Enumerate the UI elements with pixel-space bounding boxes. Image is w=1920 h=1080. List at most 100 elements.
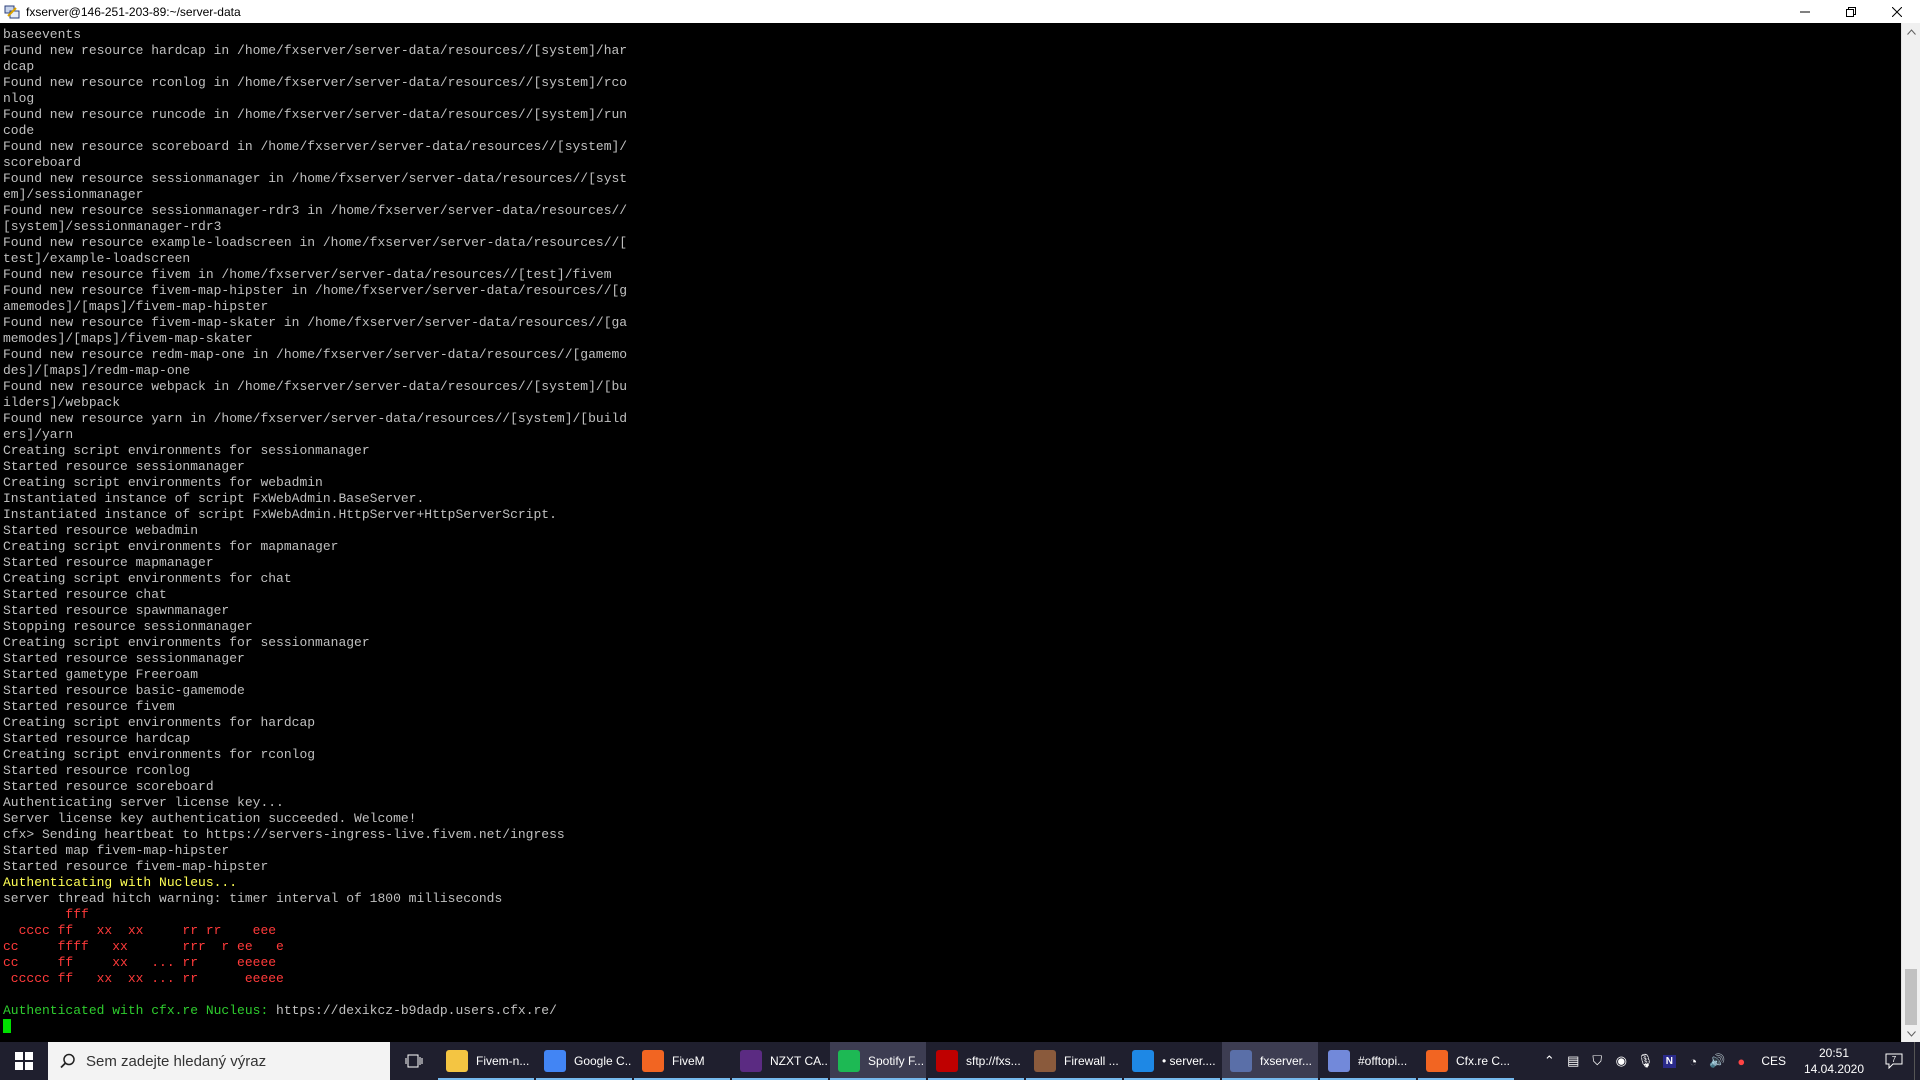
nvidia-icon[interactable]: N bbox=[1657, 1042, 1681, 1080]
filezilla-icon bbox=[936, 1050, 958, 1072]
terminal-line: Started resource spawnmanager bbox=[3, 603, 230, 618]
terminal-line: Found new resource scoreboard in /home/f… bbox=[3, 139, 628, 154]
fivem-icon bbox=[642, 1050, 664, 1072]
terminal-line: Authenticating with Nucleus... bbox=[3, 875, 238, 890]
close-button[interactable] bbox=[1874, 0, 1920, 23]
taskbar-apps: Fivem-n... Google C... FiveM NZXT CA... Spot… bbox=[438, 1042, 1516, 1080]
windows-logo-icon bbox=[15, 1052, 33, 1070]
taskbar-app-button[interactable]: Google C... bbox=[536, 1042, 632, 1080]
start-button[interactable] bbox=[0, 1042, 48, 1080]
minimize-icon bbox=[1800, 11, 1810, 12]
shield-icon[interactable]: ⛉ bbox=[1585, 1042, 1609, 1080]
taskbar-app-button[interactable]: sftp://fxs... bbox=[928, 1042, 1024, 1080]
chevron-down-icon bbox=[1906, 1030, 1916, 1037]
terminal-line: Started resource webadmin bbox=[3, 523, 199, 538]
keyboard-icon[interactable]: ▤ bbox=[1561, 1042, 1585, 1080]
terminal-line: Found new resource redm-map-one in /home… bbox=[3, 347, 628, 362]
task-view-button[interactable] bbox=[390, 1042, 438, 1080]
terminal-line: Found new resource webpack in /home/fxse… bbox=[3, 379, 628, 394]
close-icon bbox=[1892, 6, 1902, 17]
terminal-line: ccccc ff xx xx ... rr eeeee bbox=[3, 971, 284, 986]
chevron-up-icon[interactable]: ⌃ bbox=[1537, 1042, 1561, 1080]
terminal-line: Started gametype Freeroam bbox=[3, 667, 199, 682]
terminal-line: [system]/sessionmanager-rdr3 bbox=[3, 219, 222, 234]
terminal-line: Started resource fivem-map-hipster bbox=[3, 859, 269, 874]
window-title-bar[interactable]: fxserver@146-251-203-89:~/server-data bbox=[0, 0, 1920, 24]
terminal-line: cc ff xx ... rr eeeee bbox=[3, 955, 277, 970]
terminal-line: Found new resource hardcap in /home/fxse… bbox=[3, 43, 628, 58]
terminal-line: Started resource rconlog bbox=[3, 763, 191, 778]
terminal-line: scoreboard bbox=[3, 155, 82, 170]
terminal-output[interactable]: baseevents Found new resource hardcap in … bbox=[0, 23, 1902, 1042]
taskbar-app-button[interactable]: • server.... bbox=[1124, 1042, 1220, 1080]
terminal-line: Found new resource rconlog in /home/fxse… bbox=[3, 75, 628, 90]
minimize-button[interactable] bbox=[1782, 0, 1828, 23]
microphone-icon[interactable]: 🎙 bbox=[1633, 1042, 1657, 1080]
terminal-line: Started resource sessionmanager bbox=[3, 651, 245, 666]
network-icon[interactable]: ◔ bbox=[1681, 1042, 1705, 1080]
taskbar-app-label: Cfx.re C... bbox=[1456, 1054, 1511, 1068]
terminal-line: Server license key authentication succee… bbox=[3, 811, 417, 826]
taskbar-app-label: Google C... bbox=[574, 1054, 632, 1068]
terminal-line: baseevents bbox=[3, 27, 82, 42]
putty-icon bbox=[1230, 1050, 1252, 1072]
cfx-icon bbox=[1426, 1050, 1448, 1072]
language-indicator[interactable]: CES bbox=[1753, 1054, 1794, 1068]
taskbar-app-label: Spotify F... bbox=[868, 1054, 925, 1068]
terminal-scrollbar[interactable] bbox=[1901, 23, 1920, 1042]
taskbar: Sem zadejte hledaný výraz Fivem-n... Goog… bbox=[0, 1042, 1920, 1080]
putty-icon bbox=[4, 4, 20, 20]
taskbar-app-button[interactable]: Fivem-n... bbox=[438, 1042, 534, 1080]
taskbar-app-button[interactable]: #offtopi... bbox=[1320, 1042, 1416, 1080]
taskbar-app-button[interactable]: Firewall ... bbox=[1026, 1042, 1122, 1080]
notification-center-button[interactable]: 7 bbox=[1874, 1042, 1914, 1080]
terminal-line: Started resource mapmanager bbox=[3, 555, 214, 570]
chevron-up-icon bbox=[1906, 28, 1916, 35]
taskbar-app-label: Fivem-n... bbox=[476, 1054, 530, 1068]
volume-icon[interactable]: 🔊 bbox=[1705, 1042, 1729, 1080]
restore-button[interactable] bbox=[1828, 0, 1874, 23]
terminal-line: memodes]/[maps]/fivem-map-skater bbox=[3, 331, 253, 346]
terminal-prompt-line[interactable] bbox=[3, 1019, 627, 1035]
taskbar-app-button[interactable]: Spotify F... bbox=[830, 1042, 926, 1080]
taskbar-app-button[interactable]: Cfx.re C... bbox=[1418, 1042, 1514, 1080]
taskbar-app-button[interactable]: fxserver... bbox=[1222, 1042, 1318, 1080]
terminal-line: test]/example-loadscreen bbox=[3, 251, 191, 266]
terminal-line: Found new resource fivem in /home/fxserv… bbox=[3, 267, 612, 282]
terminal-line: Started resource scoreboard bbox=[3, 779, 214, 794]
taskbar-search-box[interactable]: Sem zadejte hledaný výraz bbox=[48, 1042, 390, 1080]
taskbar-app-label: NZXT CA... bbox=[770, 1054, 828, 1068]
terminal-line: em]/sessionmanager bbox=[3, 187, 144, 202]
taskbar-app-label: #offtopi... bbox=[1358, 1054, 1408, 1068]
scroll-down-arrow[interactable] bbox=[1902, 1025, 1920, 1042]
clock-time: 20:51 bbox=[1818, 1046, 1850, 1060]
terminal-line: Found new resource fivem-map-skater in /… bbox=[3, 315, 628, 330]
system-tray: ⌃ ▤ ⛉ ◉ 🎙 N ◔ 🔊 ● CES 20:51 14.04.2020 7 bbox=[1537, 1042, 1920, 1080]
terminal-line: Found new resource runcode in /home/fxse… bbox=[3, 107, 628, 122]
antivirus-icon[interactable]: ● bbox=[1729, 1042, 1753, 1080]
scroll-thumb[interactable] bbox=[1905, 969, 1917, 1025]
vscode-icon bbox=[1132, 1050, 1154, 1072]
chrome-icon bbox=[544, 1050, 566, 1072]
taskbar-app-button[interactable]: NZXT CA... bbox=[732, 1042, 828, 1080]
taskbar-app-label: FiveM bbox=[672, 1054, 705, 1068]
terminal-line: Started resource basic-gamemode bbox=[3, 683, 245, 698]
terminal-line: dcap bbox=[3, 59, 35, 74]
window-title: fxserver@146-251-203-89:~/server-data bbox=[26, 4, 241, 19]
terminal-line: Found new resource yarn in /home/fxserve… bbox=[3, 411, 628, 426]
terminal-lines: baseevents Found new resource hardcap in … bbox=[3, 27, 627, 1035]
show-desktop-button[interactable] bbox=[1914, 1042, 1920, 1080]
terminal-line: Creating script environments for mapmana… bbox=[3, 539, 339, 554]
steam-icon[interactable]: ◉ bbox=[1609, 1042, 1633, 1080]
taskbar-app-button[interactable]: FiveM bbox=[634, 1042, 730, 1080]
terminal-line: Found new resource fivem-map-hipster in … bbox=[3, 283, 628, 298]
scroll-up-arrow[interactable] bbox=[1902, 23, 1920, 40]
notification-icon: 7 bbox=[1885, 1053, 1903, 1069]
terminal-line: Creating script environments for webadmi… bbox=[3, 475, 323, 490]
terminal-line: Creating script environments for hardcap bbox=[3, 715, 316, 730]
terminal-line: Started resource chat bbox=[3, 587, 167, 602]
restore-icon bbox=[1846, 6, 1856, 17]
clock[interactable]: 20:51 14.04.2020 bbox=[1794, 1045, 1874, 1077]
terminal-line: Stopping resource sessionmanager bbox=[3, 619, 253, 634]
